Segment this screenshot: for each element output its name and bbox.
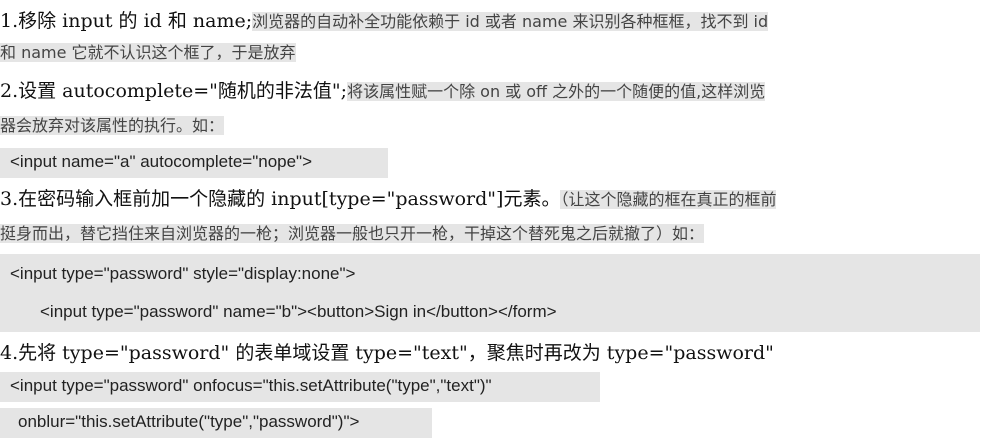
item4-code-line1: <input type="password" onfocus="this.set… — [10, 376, 492, 395]
item4-code-block-2: onblur="this.setAttribute("type","passwo… — [0, 408, 432, 438]
item4-heading: 4.先将 type="password" 的表单域设置 type="text"，… — [0, 342, 774, 364]
item1-line2: 和 name 它就不认识这个框了，于是放弃 — [0, 39, 296, 69]
item3-line2: 挺身而出，替它挡住来自浏览器的一枪；浏览器一般也只开一枪，干掉这个替死鬼之后就撤… — [0, 220, 705, 250]
item3-heading: 3.在密码输入框前加一个隐藏的 input[type="password"]元素… — [0, 188, 561, 210]
item1-heading: 1.移除 input 的 id 和 name; — [0, 10, 253, 32]
item2-heading: 2.设置 autocomplete="随机的非法值"; — [0, 80, 348, 102]
item4-line1: 4.先将 type="password" 的表单域设置 type="text"，… — [0, 338, 774, 368]
item3-line1: 3.在密码输入框前加一个隐藏的 input[type="password"]元素… — [0, 184, 777, 214]
item4-code-block-1: <input type="password" onfocus="this.set… — [0, 372, 600, 402]
item1-note-part1: 浏览器的自动补全功能依赖于 id 或者 name 来识别各种框框，找不到 id — [252, 12, 769, 31]
item2-code-line: <input name="a" autocomplete="nope"> — [10, 152, 313, 171]
item3-code-block: <input type="password" style="display:no… — [0, 254, 980, 332]
item3-code-line2: <input type="password" name="b"><button>… — [40, 302, 557, 321]
item2-note-part1: 将该属性赋一个除 on 或 off 之外的一个随便的值,这样浏览 — [347, 82, 766, 101]
item2-code-block: <input name="a" autocomplete="nope"> — [0, 148, 388, 178]
item3-note-part2: 挺身而出，替它挡住来自浏览器的一枪；浏览器一般也只开一枪，干掉这个替死鬼之后就撤… — [0, 224, 705, 243]
item2-note-part2: 器会放弃对该属性的执行。如： — [0, 116, 225, 135]
item1-line1: 1.移除 input 的 id 和 name;浏览器的自动补全功能依赖于 id … — [0, 6, 769, 36]
item3-code-line1: <input type="password" style="display:no… — [10, 264, 356, 283]
document: 1.移除 input 的 id 和 name;浏览器的自动补全功能依赖于 id … — [0, 0, 992, 444]
item4-code-line2: onblur="this.setAttribute("type","passwo… — [18, 412, 360, 431]
item2-line2: 器会放弃对该属性的执行。如： — [0, 112, 225, 142]
item1-note-part2: 和 name 它就不认识这个框了，于是放弃 — [0, 43, 296, 62]
item2-line1: 2.设置 autocomplete="随机的非法值";将该属性赋一个除 on 或… — [0, 76, 766, 106]
item3-note-part1: （让这个隐藏的框在真正的框前 — [560, 190, 777, 209]
